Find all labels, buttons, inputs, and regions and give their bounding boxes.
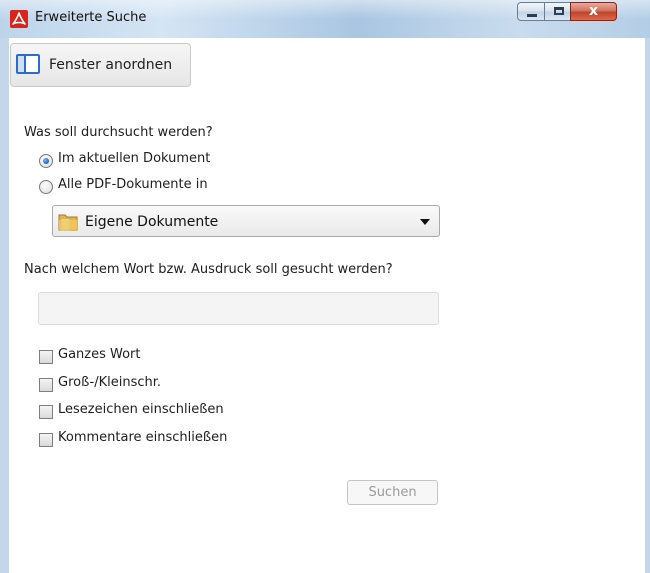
checkbox-include-comments-label[interactable]: Kommentare einschließen <box>58 430 227 445</box>
scope-question: Was soll durchsucht werden? <box>24 125 213 140</box>
window-title: Erweiterte Suche <box>35 10 147 25</box>
checkbox-include-bookmarks-label[interactable]: Lesezeichen einschließen <box>58 402 224 417</box>
radio-all-pdfs-label[interactable]: Alle PDF-Dokumente in <box>58 177 208 192</box>
close-button[interactable]: x <box>570 2 617 21</box>
radio-all-pdfs[interactable] <box>39 180 53 194</box>
adobe-reader-icon <box>10 10 28 28</box>
checkbox-case-sensitive-label[interactable]: Groß-/Kleinschr. <box>58 375 161 390</box>
close-icon: x <box>588 3 599 19</box>
chevron-down-icon <box>420 219 430 225</box>
location-dropdown-value: Eigene Dokumente <box>85 214 219 230</box>
radio-current-document[interactable] <box>39 154 53 168</box>
checkbox-include-comments[interactable] <box>39 433 53 447</box>
folder-icon <box>58 212 78 231</box>
window-layout-icon <box>16 54 40 74</box>
maximize-icon <box>554 7 564 15</box>
arrange-windows-button[interactable]: Fenster anordnen <box>10 43 191 87</box>
maximize-button[interactable] <box>544 2 571 21</box>
minimize-button[interactable] <box>517 2 545 21</box>
checkbox-case-sensitive[interactable] <box>39 378 53 392</box>
radio-current-document-label[interactable]: Im aktuellen Dokument <box>58 151 210 166</box>
window-frame-right <box>645 38 650 573</box>
location-dropdown[interactable]: Eigene Dokumente <box>52 205 440 237</box>
title-bar[interactable]: Erweiterte Suche x <box>0 0 650 38</box>
minimize-icon <box>527 14 537 17</box>
query-question: Nach welchem Wort bzw. Ausdruck soll ges… <box>24 262 393 277</box>
arrange-windows-label: Fenster anordnen <box>49 57 173 73</box>
search-button[interactable]: Suchen <box>347 480 438 505</box>
search-term-input[interactable] <box>38 292 439 325</box>
window-frame-left <box>0 38 9 573</box>
checkbox-include-bookmarks[interactable] <box>39 405 53 419</box>
checkbox-whole-word-label[interactable]: Ganzes Wort <box>58 347 141 362</box>
checkbox-whole-word[interactable] <box>39 350 53 364</box>
